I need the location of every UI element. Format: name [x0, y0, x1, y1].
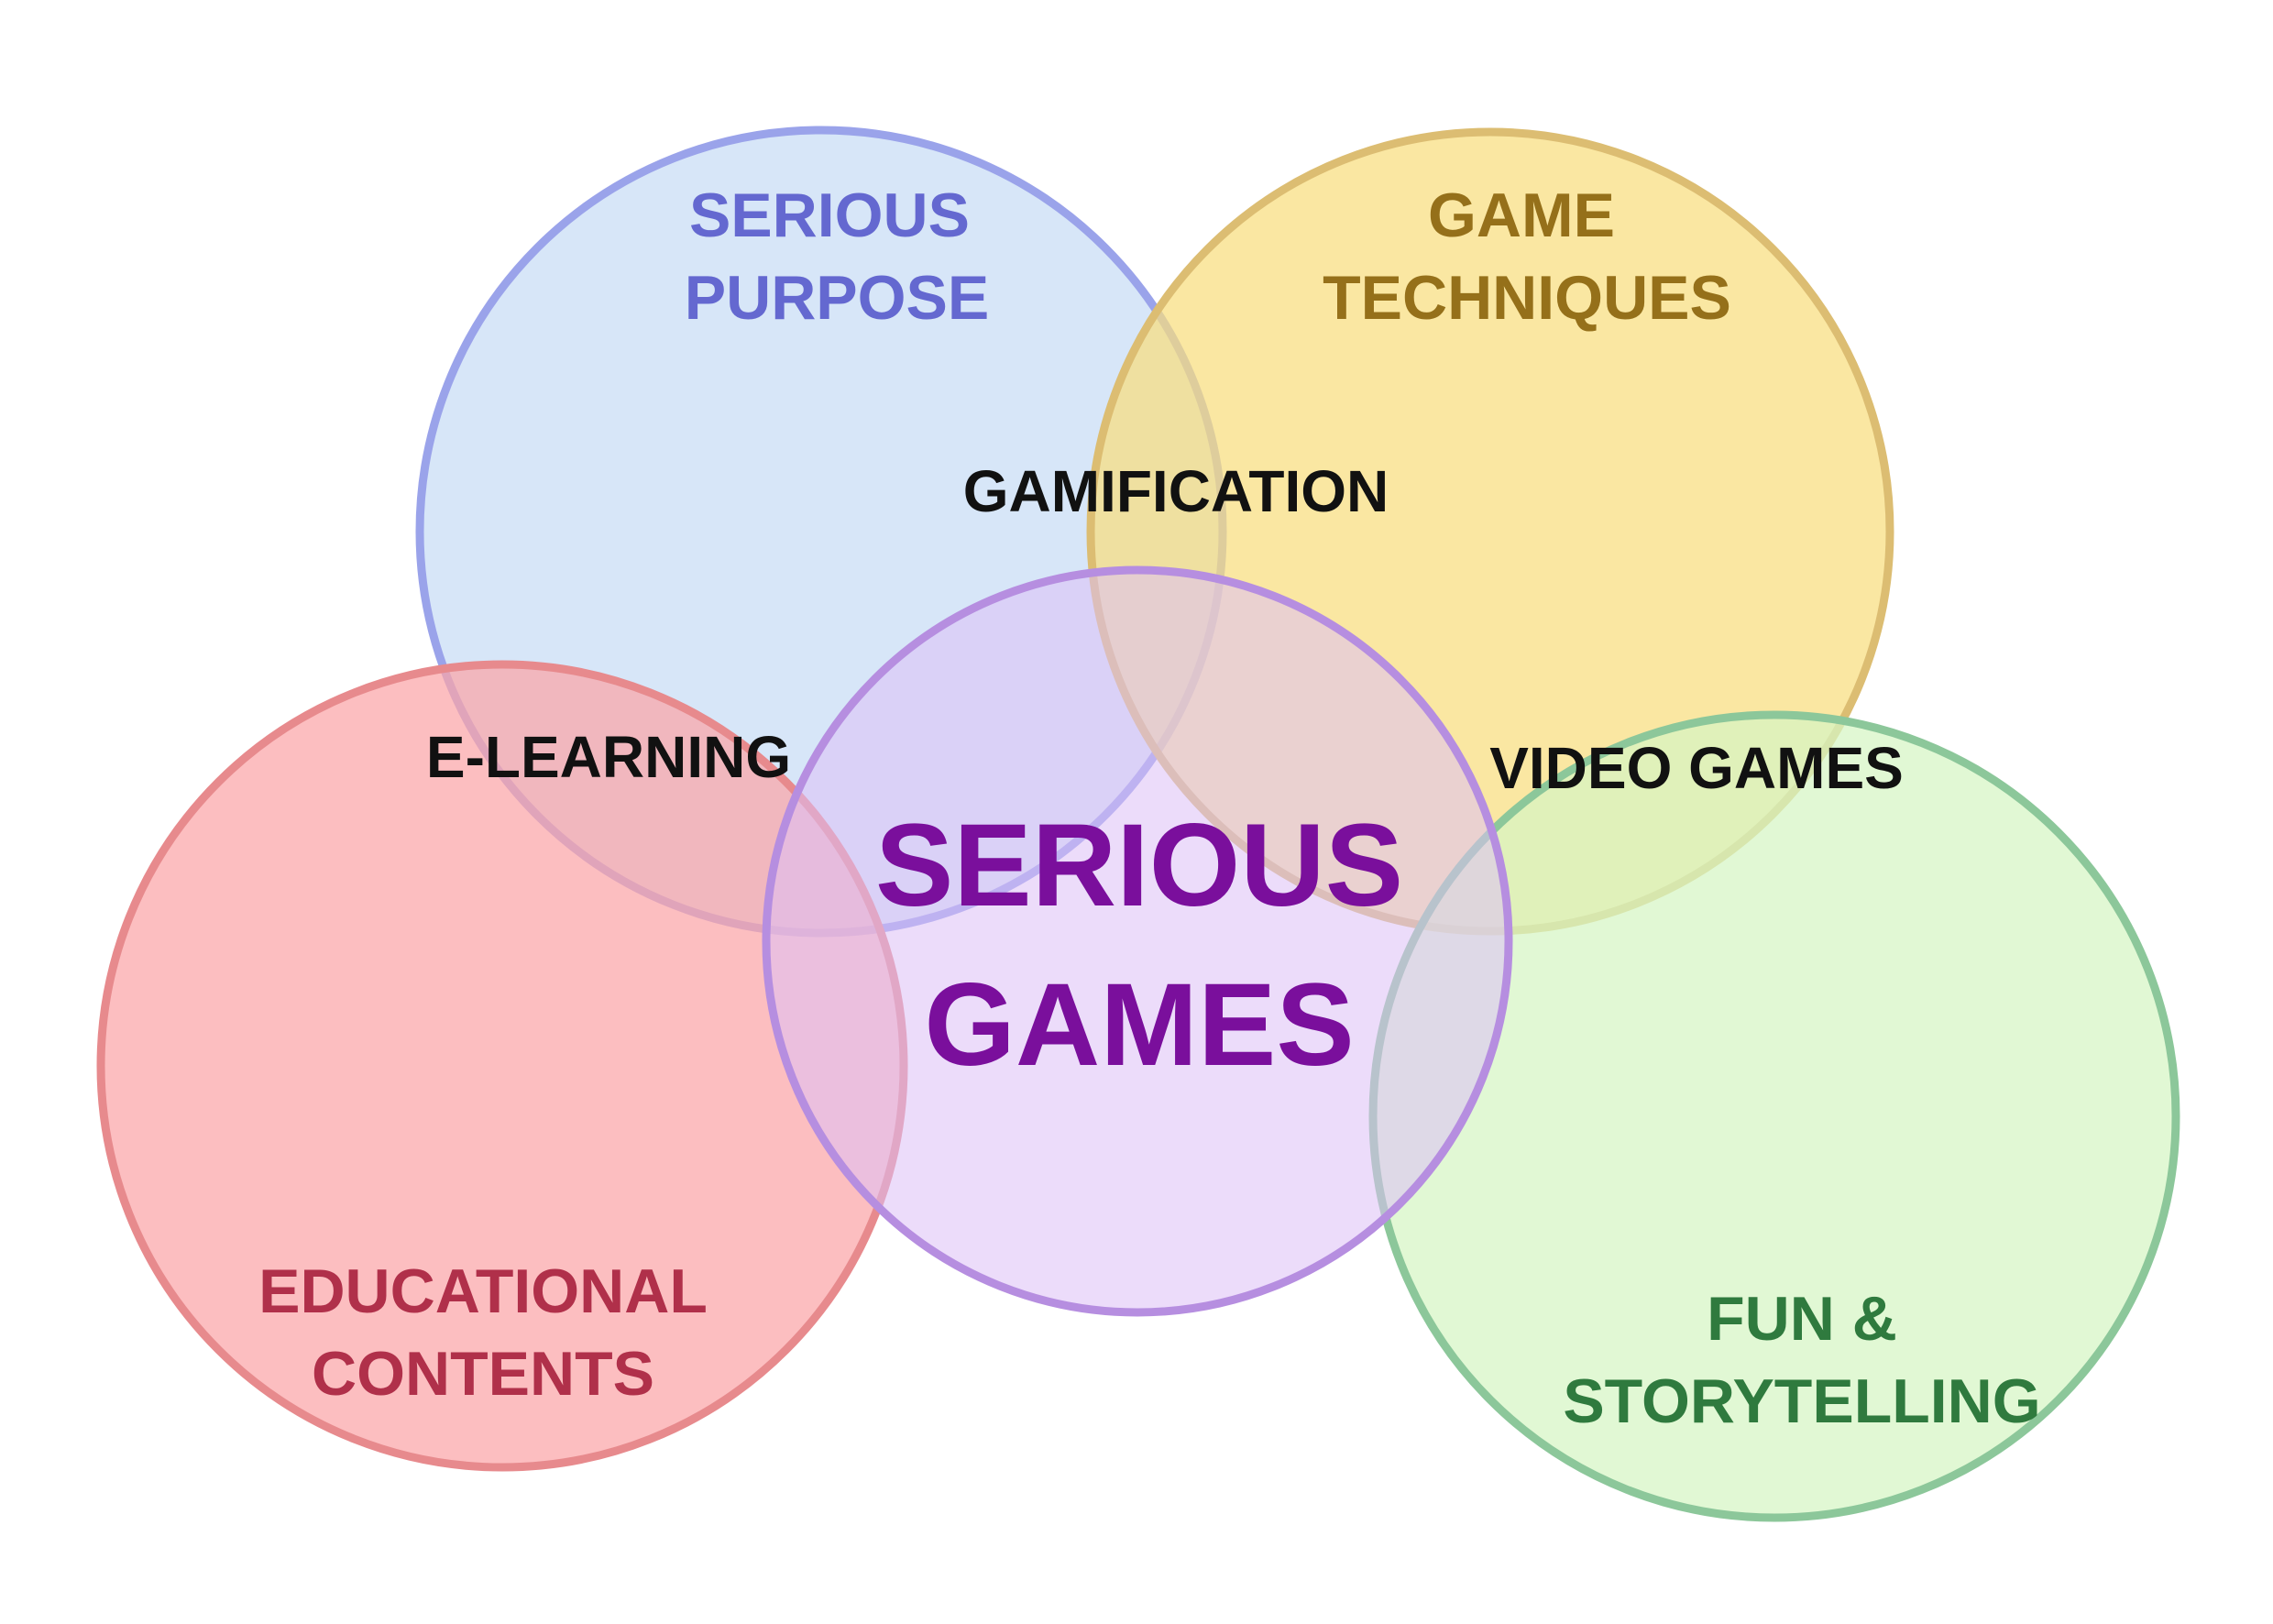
educational-contents-label-line1: EDUCATIONAL [258, 1256, 708, 1326]
game-techniques-label-line2: TECHNIQUES [1323, 263, 1731, 333]
video-games-label: VIDEO GAMES [1489, 735, 1904, 801]
serious-games-title-line1: SERIOUS [875, 800, 1403, 931]
serious-games-venn-diagram: SERIOUS PURPOSE GAME TECHNIQUES EDUCATIO… [96, 126, 2180, 1522]
game-techniques-label-line1: GAME [1428, 181, 1615, 250]
serious-games-circle [762, 565, 1513, 1317]
serious-purpose-label-line1: SERIOUS [689, 181, 970, 250]
gamification-label: GAMIFICATION [963, 458, 1389, 524]
fun-storytelling-label-line1: FUN & [1707, 1284, 1897, 1354]
educational-contents-label-line2: CONTENTS [312, 1339, 654, 1409]
serious-games-title-line2: GAMES [924, 960, 1354, 1091]
serious-purpose-label-line2: PURPOSE [685, 263, 990, 333]
e-learning-label: E-LEARNING [426, 724, 791, 790]
fun-storytelling-label-line2: STORYTELLING [1563, 1366, 2040, 1436]
